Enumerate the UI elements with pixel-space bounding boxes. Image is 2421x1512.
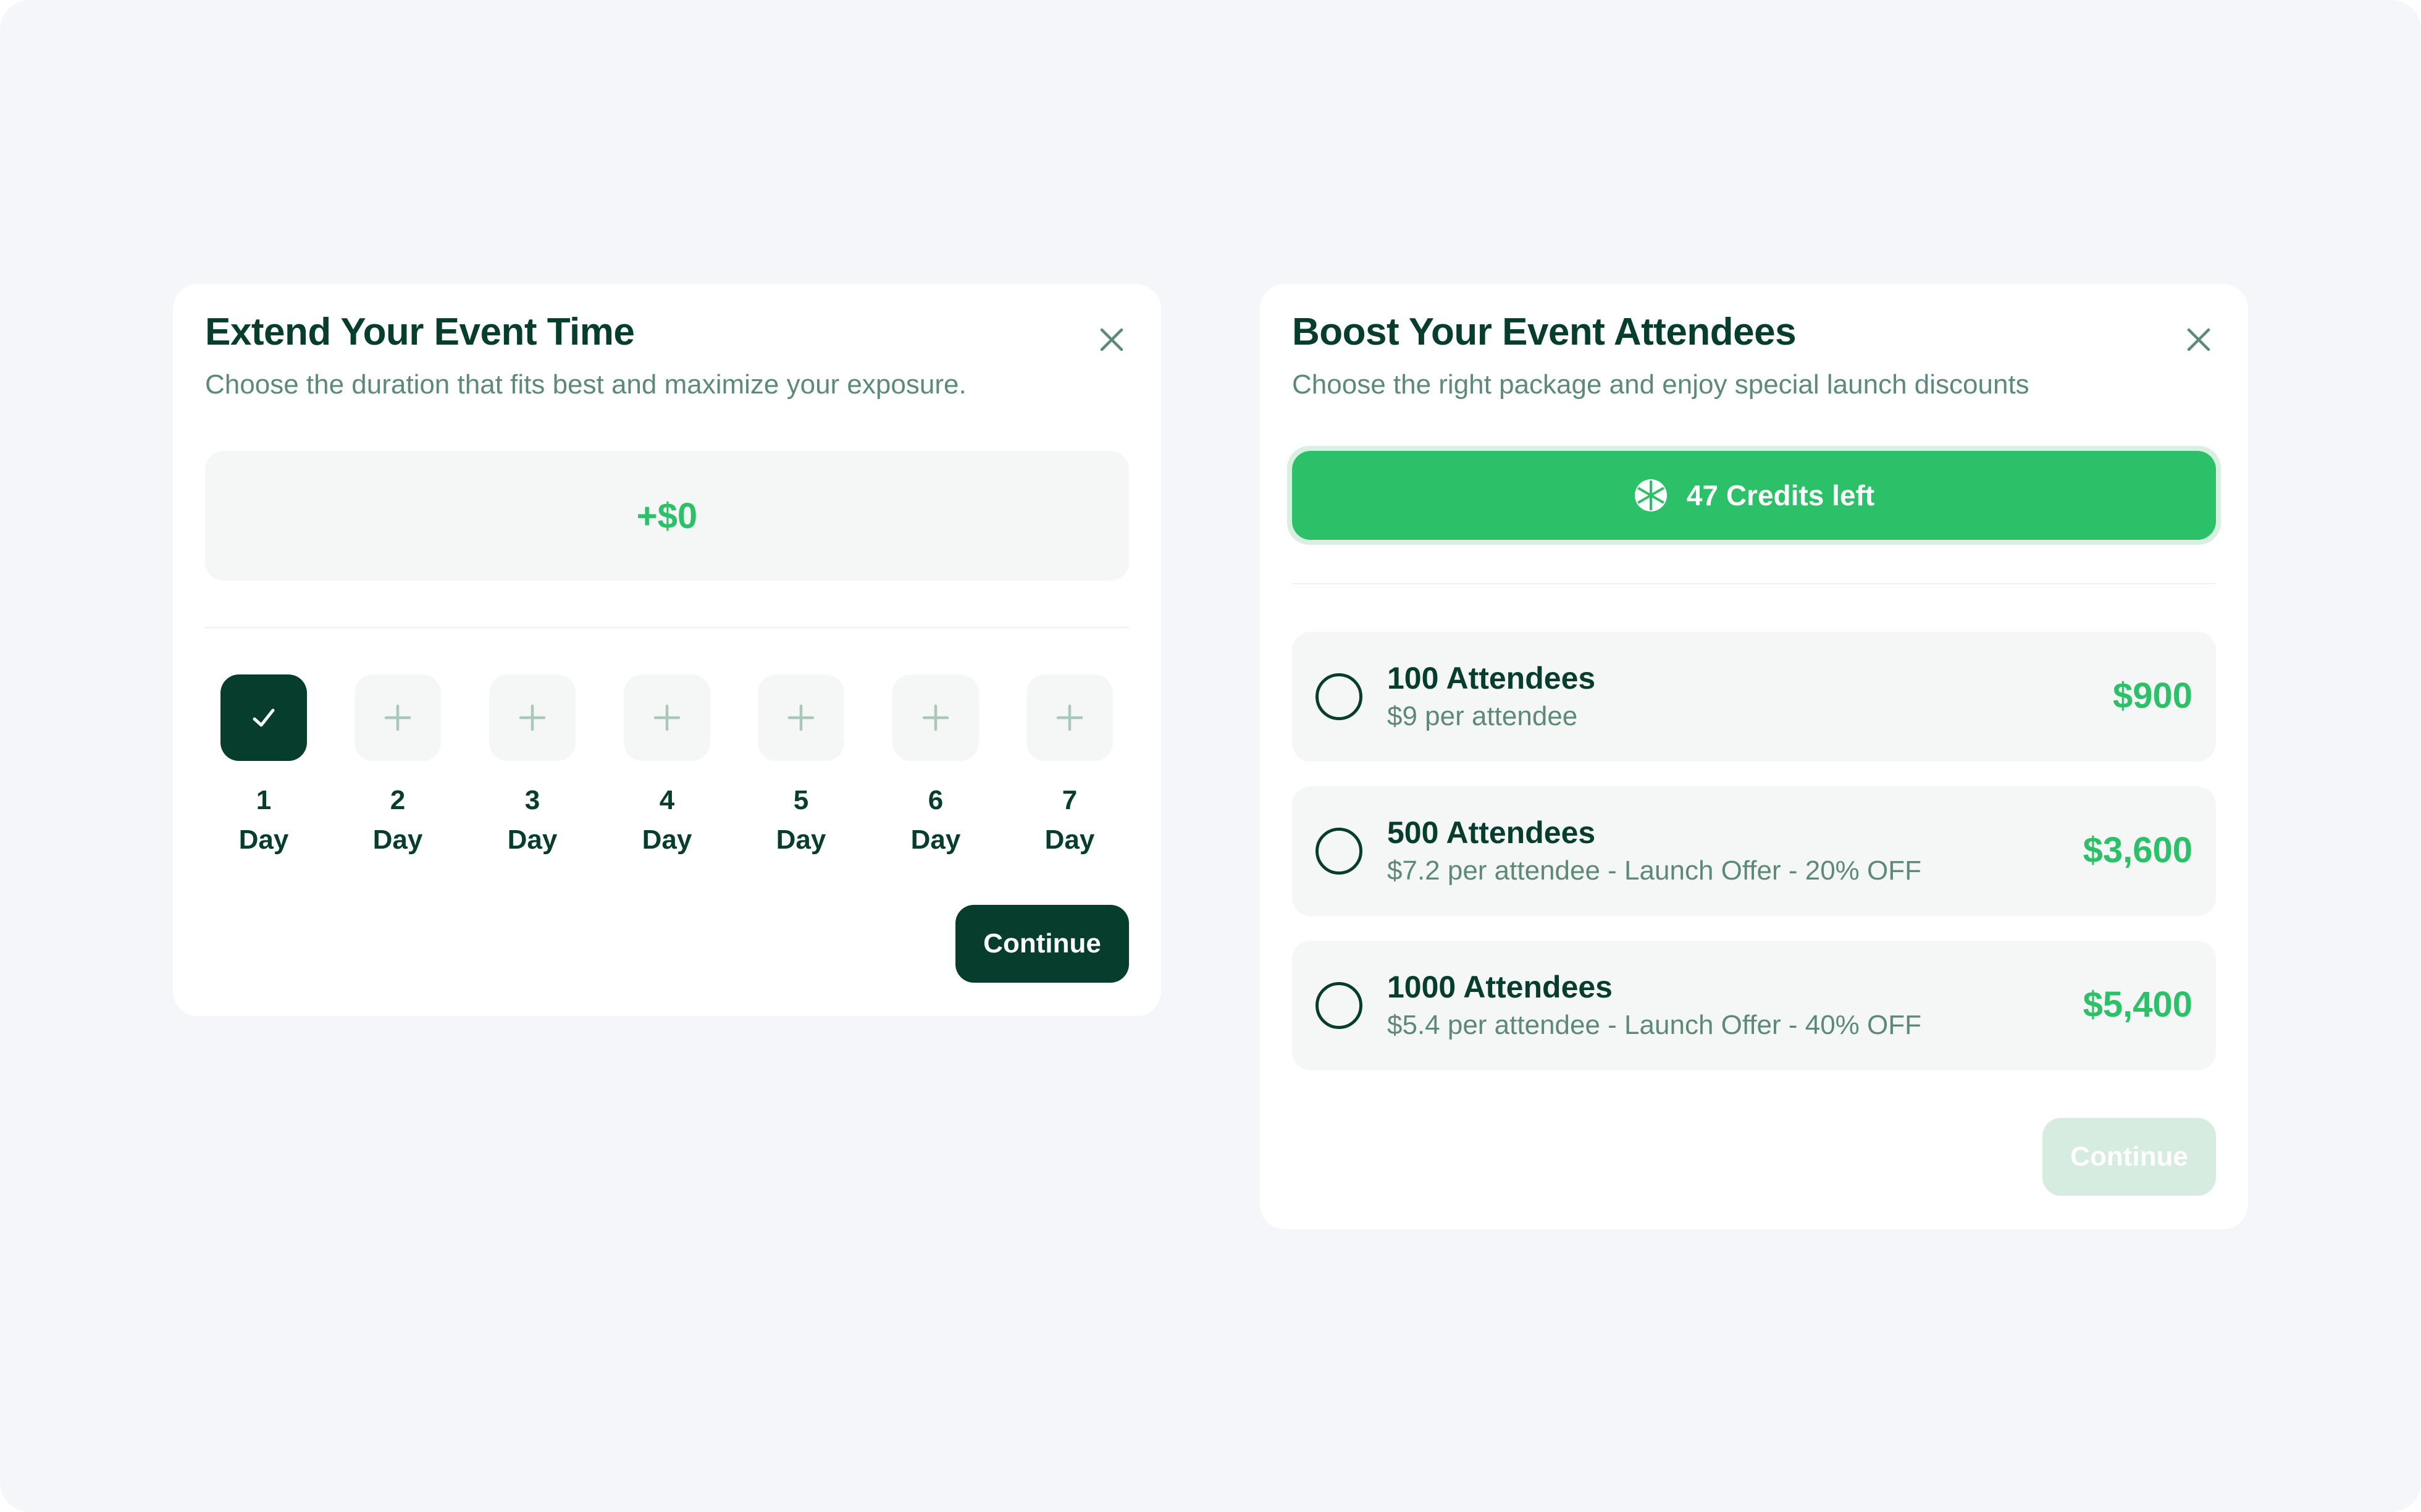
package-title: 100 Attendees	[1387, 661, 1596, 695]
radio-button[interactable]	[1315, 982, 1362, 1029]
close-icon	[2187, 328, 2210, 351]
day-number: 7	[1062, 785, 1078, 815]
modal-title: Extend Your Event Time	[205, 311, 635, 353]
day-number: 3	[524, 785, 540, 815]
boost-attendees-modal: Boost Your Event Attendees Choose the ri…	[1260, 284, 2248, 1229]
day-option-2[interactable]: 2 Day	[348, 674, 447, 860]
divider	[205, 627, 1129, 628]
credits-label: 47 Credits left	[1686, 479, 1875, 511]
credits-button[interactable]: 47 Credits left	[1292, 451, 2216, 540]
day-unit: Day	[910, 825, 961, 855]
day-checkbox[interactable]	[489, 674, 576, 761]
radio-button[interactable]	[1315, 673, 1362, 720]
day-checkbox[interactable]	[1026, 674, 1113, 761]
continue-button[interactable]: Continue	[955, 905, 1129, 983]
package-price: $5,400	[2083, 985, 2192, 1025]
day-checkbox[interactable]	[220, 674, 307, 761]
modal-subtitle: Choose the right package and enjoy speci…	[1292, 369, 2029, 400]
plus-icon	[922, 704, 949, 731]
day-number: 2	[390, 785, 406, 815]
day-number: 1	[256, 785, 272, 815]
day-option-4[interactable]: 4 Day	[618, 674, 716, 860]
package-option-500[interactable]: 500 Attendees $7.2 per attendee - Launch…	[1292, 786, 2216, 916]
day-number: 4	[659, 785, 675, 815]
package-option-1000[interactable]: 1000 Attendees $5.4 per attendee - Launc…	[1292, 941, 2216, 1070]
page-canvas: Extend Your Event Time Choose the durati…	[0, 0, 2421, 1512]
day-unit: Day	[238, 825, 289, 855]
package-price: $3,600	[2083, 830, 2192, 870]
day-number: 6	[928, 785, 944, 815]
radio-button[interactable]	[1315, 828, 1362, 875]
day-checkbox[interactable]	[758, 674, 844, 761]
package-description: $9 per attendee	[1387, 701, 1578, 731]
plus-icon	[1056, 704, 1083, 731]
plus-icon	[384, 704, 411, 731]
day-unit: Day	[642, 825, 692, 855]
day-checkbox[interactable]	[624, 674, 710, 761]
price-display: +$0	[205, 451, 1129, 581]
day-unit: Day	[372, 825, 423, 855]
day-unit: Day	[776, 825, 826, 855]
package-title: 500 Attendees	[1387, 815, 1596, 850]
package-option-100[interactable]: 100 Attendees $9 per attendee $900	[1292, 632, 2216, 762]
check-icon	[253, 708, 275, 727]
day-option-7[interactable]: 7 Day	[1020, 674, 1119, 860]
day-option-3[interactable]: 3 Day	[483, 674, 582, 860]
day-selector: 1 Day 2 Day 3 Day 4 Day 5 Day 6 Day 7 Da…	[205, 674, 1129, 872]
plus-icon	[653, 704, 681, 731]
day-unit: Day	[1044, 825, 1095, 855]
continue-button-disabled[interactable]: Continue	[2042, 1118, 2216, 1196]
close-button[interactable]	[1094, 322, 1129, 357]
day-option-1[interactable]: 1 Day	[214, 674, 313, 860]
day-checkbox[interactable]	[355, 674, 441, 761]
day-checkbox[interactable]	[892, 674, 979, 761]
close-button[interactable]	[2181, 322, 2216, 357]
day-unit: Day	[507, 825, 558, 855]
close-icon	[1100, 328, 1123, 351]
package-description: $7.2 per attendee - Launch Offer - 20% O…	[1387, 855, 1922, 886]
day-option-6[interactable]: 6 Day	[886, 674, 985, 860]
divider	[1292, 583, 2216, 584]
day-option-5[interactable]: 5 Day	[752, 674, 850, 860]
plus-icon	[787, 704, 815, 731]
price-value: +$0	[636, 495, 698, 536]
credits-icon	[1634, 479, 1667, 511]
package-price: $900	[2112, 676, 2192, 716]
modal-subtitle: Choose the duration that fits best and m…	[205, 369, 967, 400]
plus-icon	[519, 704, 546, 731]
modal-title: Boost Your Event Attendees	[1292, 311, 1797, 353]
package-title: 1000 Attendees	[1387, 970, 1613, 1004]
package-description: $5.4 per attendee - Launch Offer - 40% O…	[1387, 1010, 1922, 1040]
extend-event-time-modal: Extend Your Event Time Choose the durati…	[173, 284, 1161, 1016]
day-number: 5	[793, 785, 809, 815]
